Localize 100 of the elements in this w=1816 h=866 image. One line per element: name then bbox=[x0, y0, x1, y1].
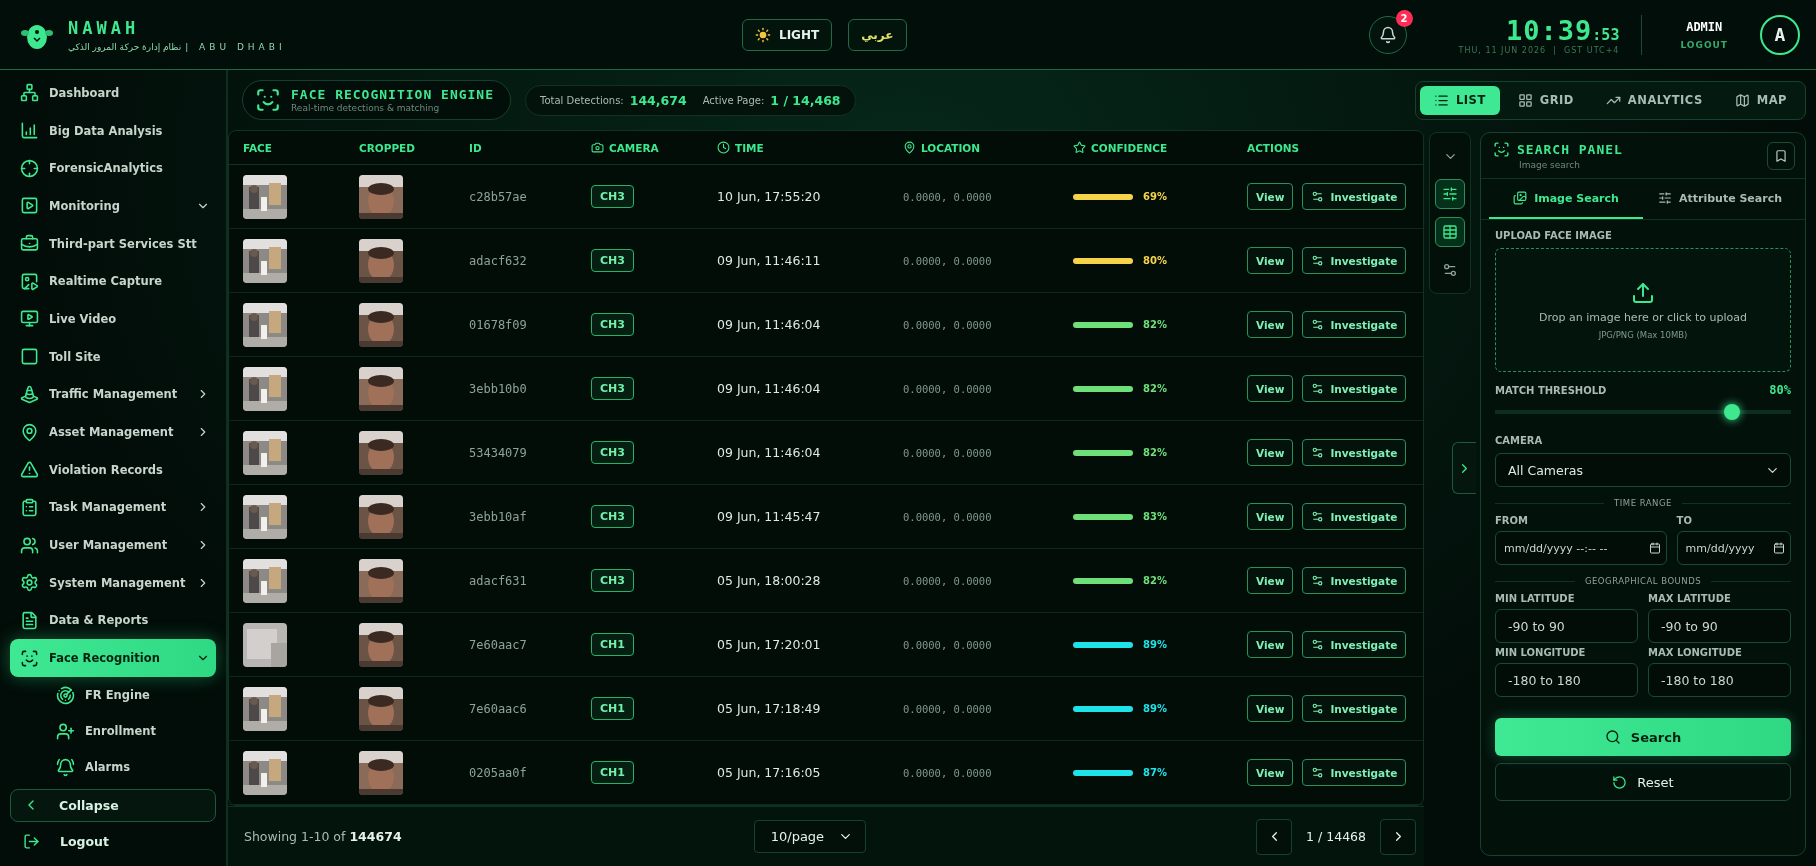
slider-thumb[interactable] bbox=[1723, 404, 1740, 420]
view-button[interactable]: View bbox=[1247, 631, 1294, 658]
search-tab[interactable]: Image Search bbox=[1489, 179, 1643, 219]
collapse-button[interactable]: Collapse bbox=[10, 789, 216, 822]
camera-icon bbox=[591, 141, 604, 154]
sidebar-item[interactable]: System Management bbox=[10, 563, 216, 602]
camera-tag: CH3 bbox=[591, 569, 634, 592]
theme-button[interactable]: LIGHT bbox=[742, 18, 833, 51]
view-tab[interactable]: MAP bbox=[1720, 85, 1801, 115]
view-button[interactable]: View bbox=[1247, 247, 1294, 274]
search-tab[interactable]: Attribute Search bbox=[1643, 179, 1797, 219]
investigate-button[interactable]: Investigate bbox=[1302, 759, 1407, 786]
input-field[interactable]: -180 to 180 bbox=[1495, 663, 1638, 697]
sliders-icon bbox=[1311, 766, 1325, 779]
sidebar-item[interactable]: ForensicAnalytics bbox=[10, 149, 216, 188]
language-button[interactable]: عربي bbox=[848, 18, 907, 51]
column-header: ACTIONS bbox=[1247, 141, 1301, 154]
sliders-icon bbox=[1311, 702, 1325, 715]
view-button[interactable]: View bbox=[1247, 375, 1294, 402]
detection-id: adacf632 bbox=[469, 253, 528, 268]
sidebar-subitem[interactable]: Enrollment bbox=[10, 713, 216, 749]
sidebar-subitem[interactable]: Alarms bbox=[10, 749, 216, 785]
tool-button[interactable] bbox=[1435, 217, 1465, 247]
sidebar-item[interactable]: Third-part Services Stt bbox=[10, 224, 216, 263]
user-avatar[interactable]: A bbox=[1760, 14, 1800, 55]
investigate-button[interactable]: Investigate bbox=[1302, 183, 1407, 210]
page-size-select[interactable]: 10/page bbox=[753, 820, 867, 853]
investigate-button[interactable]: Investigate bbox=[1302, 311, 1407, 338]
view-button[interactable]: View bbox=[1247, 503, 1294, 530]
sidebar-item[interactable]: Monitoring bbox=[10, 187, 216, 225]
view-tab[interactable]: LIST bbox=[1420, 85, 1500, 115]
brand-name: NAWAH bbox=[68, 17, 141, 38]
play-square-icon bbox=[20, 196, 39, 216]
investigate-button[interactable]: Investigate bbox=[1302, 567, 1407, 594]
sliders-icon bbox=[1657, 191, 1672, 205]
upload-prompt: Drop an image here or click to upload bbox=[1538, 310, 1747, 324]
field-label: MIN LATITUDE bbox=[1495, 593, 1576, 604]
confidence-value: 89% bbox=[1143, 639, 1167, 650]
camera-tag: CH3 bbox=[591, 441, 634, 464]
camera-tag: CH3 bbox=[591, 377, 634, 400]
view-button[interactable]: View bbox=[1247, 183, 1294, 210]
date-field[interactable]: mm/dd/yyyy bbox=[1676, 531, 1791, 565]
confidence-value: 80% bbox=[1143, 255, 1167, 266]
city-label: | ABU DHABI bbox=[185, 41, 286, 52]
sidebar-subitem[interactable]: FR Engine bbox=[10, 677, 216, 713]
camera-tag: CH1 bbox=[591, 697, 634, 720]
logout-button[interactable]: Logout bbox=[10, 825, 216, 858]
sidebar-item[interactable]: Dashboard bbox=[10, 74, 216, 112]
view-button[interactable]: View bbox=[1247, 759, 1294, 786]
notifications-button[interactable] bbox=[1368, 15, 1407, 54]
investigate-button[interactable]: Investigate bbox=[1302, 631, 1407, 658]
investigate-button[interactable]: Investigate bbox=[1302, 247, 1407, 274]
stat-value: 1 / 14,468 bbox=[770, 92, 841, 108]
sidebar-item[interactable]: Toll Site bbox=[10, 337, 216, 376]
input-field[interactable]: -180 to 180 bbox=[1648, 663, 1791, 697]
sidebar-item[interactable]: Big Data Analysis bbox=[10, 111, 216, 150]
column-header: CROPPED bbox=[359, 141, 416, 154]
sidebar-item[interactable]: Traffic Management bbox=[10, 375, 216, 414]
search-button[interactable]: Search bbox=[1495, 718, 1791, 756]
tool-button[interactable] bbox=[1435, 179, 1465, 209]
investigate-button[interactable]: Investigate bbox=[1302, 503, 1407, 530]
sidebar-item[interactable]: Realtime Capture bbox=[10, 262, 216, 301]
face-scan-icon bbox=[255, 87, 281, 113]
confidence-value: 82% bbox=[1143, 319, 1167, 330]
view-tab[interactable]: ANALYTICS bbox=[1591, 85, 1717, 115]
input-field[interactable]: -90 to 90 bbox=[1648, 609, 1791, 643]
view-tab[interactable]: GRID bbox=[1503, 85, 1588, 115]
detection-id: 53434079 bbox=[469, 445, 528, 460]
sidebar-item[interactable]: Violation Records bbox=[10, 450, 216, 489]
investigate-button[interactable]: Investigate bbox=[1302, 439, 1407, 466]
briefcase-icon bbox=[20, 234, 39, 254]
sliders-icon bbox=[1442, 186, 1458, 202]
detection-id: c28b57ae bbox=[469, 189, 528, 204]
column-header: FACE bbox=[243, 141, 273, 154]
date-field[interactable]: mm/dd/yyyy --:-- -- bbox=[1495, 531, 1667, 565]
logout-link[interactable]: LOGOUT bbox=[1680, 39, 1728, 50]
view-button[interactable]: View bbox=[1247, 695, 1294, 722]
sidebar-item[interactable]: Face Recognition bbox=[10, 639, 216, 677]
sidebar-item[interactable]: Asset Management bbox=[10, 413, 216, 451]
sun-icon bbox=[755, 26, 771, 43]
investigate-button[interactable]: Investigate bbox=[1302, 695, 1407, 722]
results-summary: Showing 1-10 of 144674 bbox=[244, 829, 403, 844]
sidebar-item[interactable]: User Management bbox=[10, 526, 216, 564]
network-icon bbox=[20, 83, 39, 103]
sidebar-item[interactable]: Live Video bbox=[10, 300, 216, 338]
bookmark-button[interactable] bbox=[1767, 141, 1795, 170]
view-button[interactable]: View bbox=[1247, 311, 1294, 338]
input-field[interactable]: -90 to 90 bbox=[1495, 609, 1638, 643]
sidebar-item[interactable]: Task Management bbox=[10, 488, 216, 527]
bookmark-icon bbox=[1774, 148, 1788, 163]
reset-button[interactable]: Reset bbox=[1495, 763, 1791, 801]
investigate-button[interactable]: Investigate bbox=[1302, 375, 1407, 402]
sidebar-item[interactable]: Data & Reports bbox=[10, 601, 216, 640]
camera-select[interactable]: All Cameras bbox=[1495, 453, 1791, 487]
location-coordinates: 0.0000, 0.0000 bbox=[903, 766, 993, 779]
upload-dropzone[interactable]: Drop an image here or click to upload JPG/PNG (Max 10MB) bbox=[1495, 248, 1791, 372]
bar-chart-icon bbox=[20, 121, 39, 141]
confidence-value: 82% bbox=[1143, 575, 1167, 586]
view-button[interactable]: View bbox=[1247, 567, 1294, 594]
view-button[interactable]: View bbox=[1247, 439, 1294, 466]
